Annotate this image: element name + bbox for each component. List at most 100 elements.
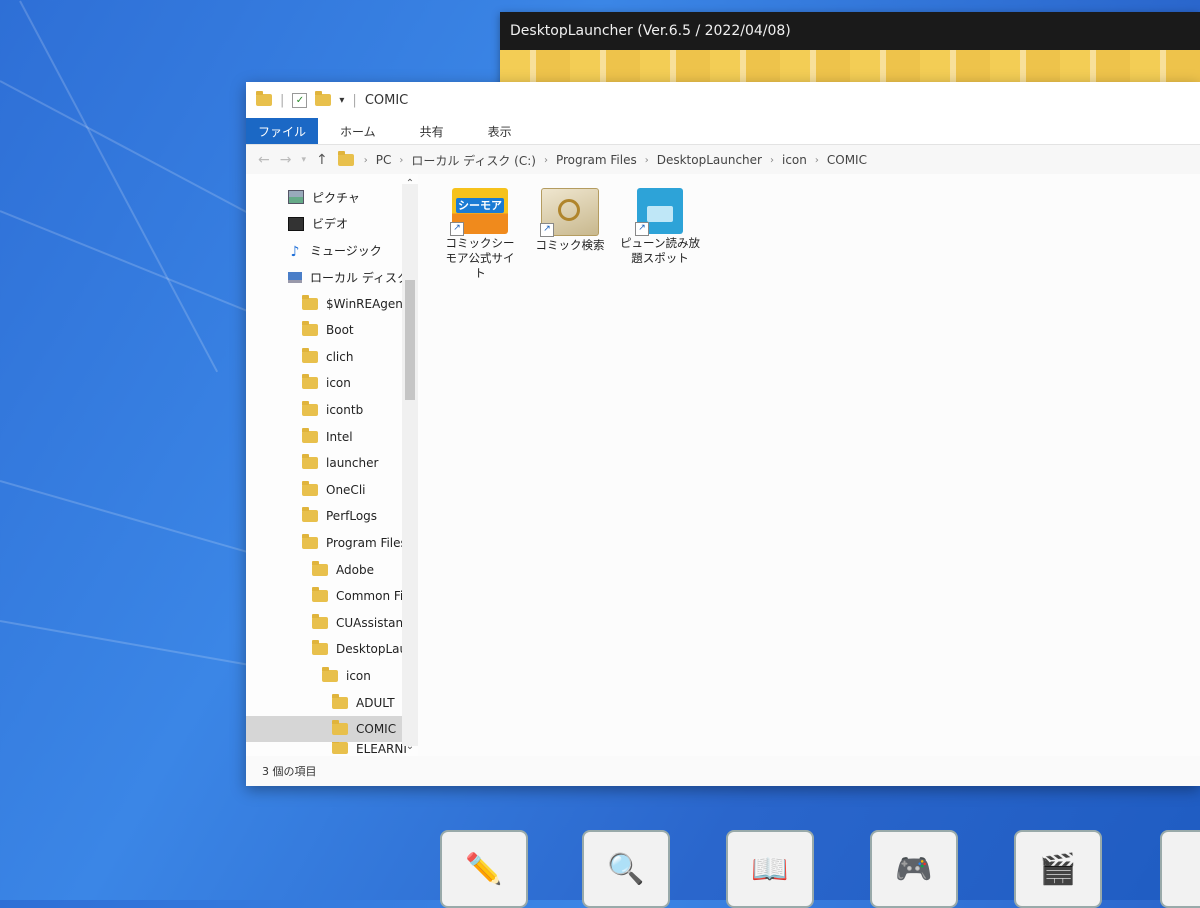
breadcrumb-item[interactable]: PC (376, 153, 392, 167)
nav-pane-scrollbar[interactable]: ⌃ ⌄ (402, 178, 418, 752)
quick-access-dropdown-icon[interactable]: ▾ (339, 95, 344, 106)
folder-icon (312, 587, 328, 603)
file-item-pyun-yomi[interactable]: ↗ ピューン読み放題スポット (620, 188, 700, 266)
nav-item-folder[interactable]: icon (246, 370, 418, 397)
folder-icon (302, 427, 318, 443)
folder-icon (256, 91, 272, 106)
properties-icon[interactable]: ✓ (292, 92, 308, 108)
nav-item-folder[interactable]: ADULT (246, 689, 418, 716)
folder-icon (302, 374, 318, 390)
web-search-icon[interactable]: 🔍 (582, 830, 670, 908)
breadcrumb-item[interactable]: ローカル ディスク (C:) (411, 152, 536, 169)
nav-item-folder[interactable]: $WinREAgent (246, 290, 418, 317)
nav-item-folder[interactable]: clich (246, 344, 418, 371)
folder-icon (312, 640, 328, 656)
file-explorer-window[interactable]: | ✓ ▾ | COMIC ファイル ホーム 共有 表示 ← → ▾ ↑ › P… (246, 82, 1200, 786)
folder-icon (302, 294, 318, 310)
desktop-wallpaper-line (0, 620, 247, 666)
stationery-icon[interactable]: ✏️ (440, 830, 528, 908)
tab-file[interactable]: ファイル (246, 118, 319, 144)
nav-item-folder[interactable]: OneCli (246, 477, 418, 504)
explorer-content: ピクチャ ビデオ ♪ ミュージック ローカル ディスク ( $WinREAgen… (246, 174, 1200, 756)
movie-clapper-icon[interactable]: 🎬 (1014, 830, 1102, 908)
desktop-launcher-window[interactable]: DesktopLauncher (Ver.6.5 / 2022/04/08) (500, 12, 1200, 92)
folder-icon (337, 151, 354, 166)
status-bar: 3 個の項目 (246, 756, 1200, 786)
folder-icon (312, 613, 328, 629)
nav-item-folder[interactable]: Boot (246, 317, 418, 344)
desktop-wallpaper-line (0, 480, 251, 554)
file-item-comic-search[interactable]: ↗ コミック検索 (530, 188, 610, 253)
drive-icon (288, 271, 302, 283)
folder-icon (302, 454, 318, 470)
launcher-title: DesktopLauncher (Ver.6.5 / 2022/04/08) (500, 12, 1200, 50)
file-item-cmoa[interactable]: シーモア ↗ コミックシーモア公式サイト (440, 188, 520, 281)
shortcut-arrow-icon: ↗ (635, 222, 649, 236)
music-icon: ♪ (290, 244, 300, 261)
window-title: COMIC (364, 92, 409, 108)
folder-icon (302, 534, 318, 550)
comic-search-icon: ↗ (540, 188, 599, 237)
breadcrumb-item[interactable]: icon (782, 153, 807, 167)
breadcrumb-item[interactable]: DesktopLauncher (657, 153, 762, 167)
gamepad-icon[interactable]: 🎮 (870, 830, 958, 908)
pyun-yomi-icon: ↗ (635, 188, 683, 236)
nav-item-folder[interactable]: Common Fil (246, 583, 418, 610)
back-arrow-icon[interactable]: ← (258, 152, 270, 168)
nav-item-folder[interactable]: Intel (246, 423, 418, 450)
nav-item-folder[interactable]: icon (246, 663, 418, 690)
title-bar: | ✓ ▾ | COMIC (246, 82, 1200, 118)
breadcrumb-item[interactable]: Program Files (556, 153, 637, 167)
nav-item-folder[interactable]: Program Files (246, 530, 418, 557)
folder-icon (332, 742, 348, 755)
forward-arrow-icon[interactable]: → (280, 152, 292, 168)
cmoa-app-icon: シーモア ↗ (450, 188, 508, 236)
nav-item-folder[interactable]: DesktopLau (246, 636, 418, 663)
folder-icon (302, 347, 318, 363)
desktop-wallpaper-line (19, 0, 219, 373)
address-bar: ← → ▾ ↑ › PC › ローカル ディスク (C:) › Program … (246, 145, 1200, 175)
nav-item-music[interactable]: ♪ ミュージック (246, 237, 418, 264)
navigation-pane: ピクチャ ビデオ ♪ ミュージック ローカル ディスク ( $WinREAgen… (246, 174, 418, 756)
folder-icon (302, 321, 318, 337)
item-count: 3 個の項目 (262, 765, 317, 778)
nav-item-folder[interactable]: PerfLogs (246, 503, 418, 530)
tab-home[interactable]: ホーム (318, 118, 398, 144)
launcher-dock: ✏️ 🔍 📖 🎮 🎬 (0, 820, 1200, 908)
up-arrow-icon[interactable]: ↑ (316, 152, 328, 168)
nav-item-pictures[interactable]: ピクチャ (246, 184, 418, 211)
folder-icon (322, 666, 338, 682)
partial-app-icon[interactable] (1160, 830, 1200, 908)
breadcrumb-item[interactable]: COMIC (827, 153, 867, 167)
nav-item-folder[interactable]: icontb (246, 397, 418, 424)
recent-dropdown-icon[interactable]: ▾ (301, 155, 306, 165)
shortcut-arrow-icon: ↗ (450, 222, 464, 236)
book-icon[interactable]: 📖 (726, 830, 814, 908)
folder-icon (302, 507, 318, 523)
file-label: ピューン読み放題スポット (620, 236, 700, 265)
tab-share[interactable]: 共有 (398, 118, 466, 144)
nav-item-folder[interactable]: Adobe (246, 556, 418, 583)
pictures-icon (288, 190, 304, 205)
breadcrumb: › PC › ローカル ディスク (C:) › Program Files › … (363, 152, 867, 169)
folder-icon (312, 560, 328, 576)
nav-item-folder[interactable]: launcher (246, 450, 418, 477)
folder-icon (332, 720, 348, 736)
tab-view[interactable]: 表示 (466, 118, 534, 144)
scroll-up-icon[interactable]: ⌃ (402, 178, 418, 189)
nav-item-videos[interactable]: ビデオ (246, 211, 418, 238)
nav-item-folder[interactable]: ELEARNI (246, 742, 418, 756)
file-label: コミックシーモア公式サイト (445, 236, 515, 280)
ribbon-tabs: ファイル ホーム 共有 表示 (246, 118, 1200, 145)
new-folder-icon[interactable] (315, 91, 332, 106)
file-label: コミック検索 (535, 238, 605, 252)
scrollbar-thumb[interactable] (405, 280, 415, 400)
file-list-pane: シーモア ↗ コミックシーモア公式サイト ↗ コミック検索 ↗ ピューン読み放題… (418, 174, 1200, 756)
shortcut-arrow-icon: ↗ (540, 223, 554, 237)
folder-icon (302, 480, 318, 496)
scroll-down-icon[interactable]: ⌄ (402, 741, 418, 752)
nav-item-local-disk[interactable]: ローカル ディスク ( (246, 264, 418, 291)
folder-icon (302, 401, 318, 417)
nav-item-folder[interactable]: CUAssistant (246, 610, 418, 637)
nav-item-comic-selected[interactable]: COMIC (246, 715, 418, 743)
